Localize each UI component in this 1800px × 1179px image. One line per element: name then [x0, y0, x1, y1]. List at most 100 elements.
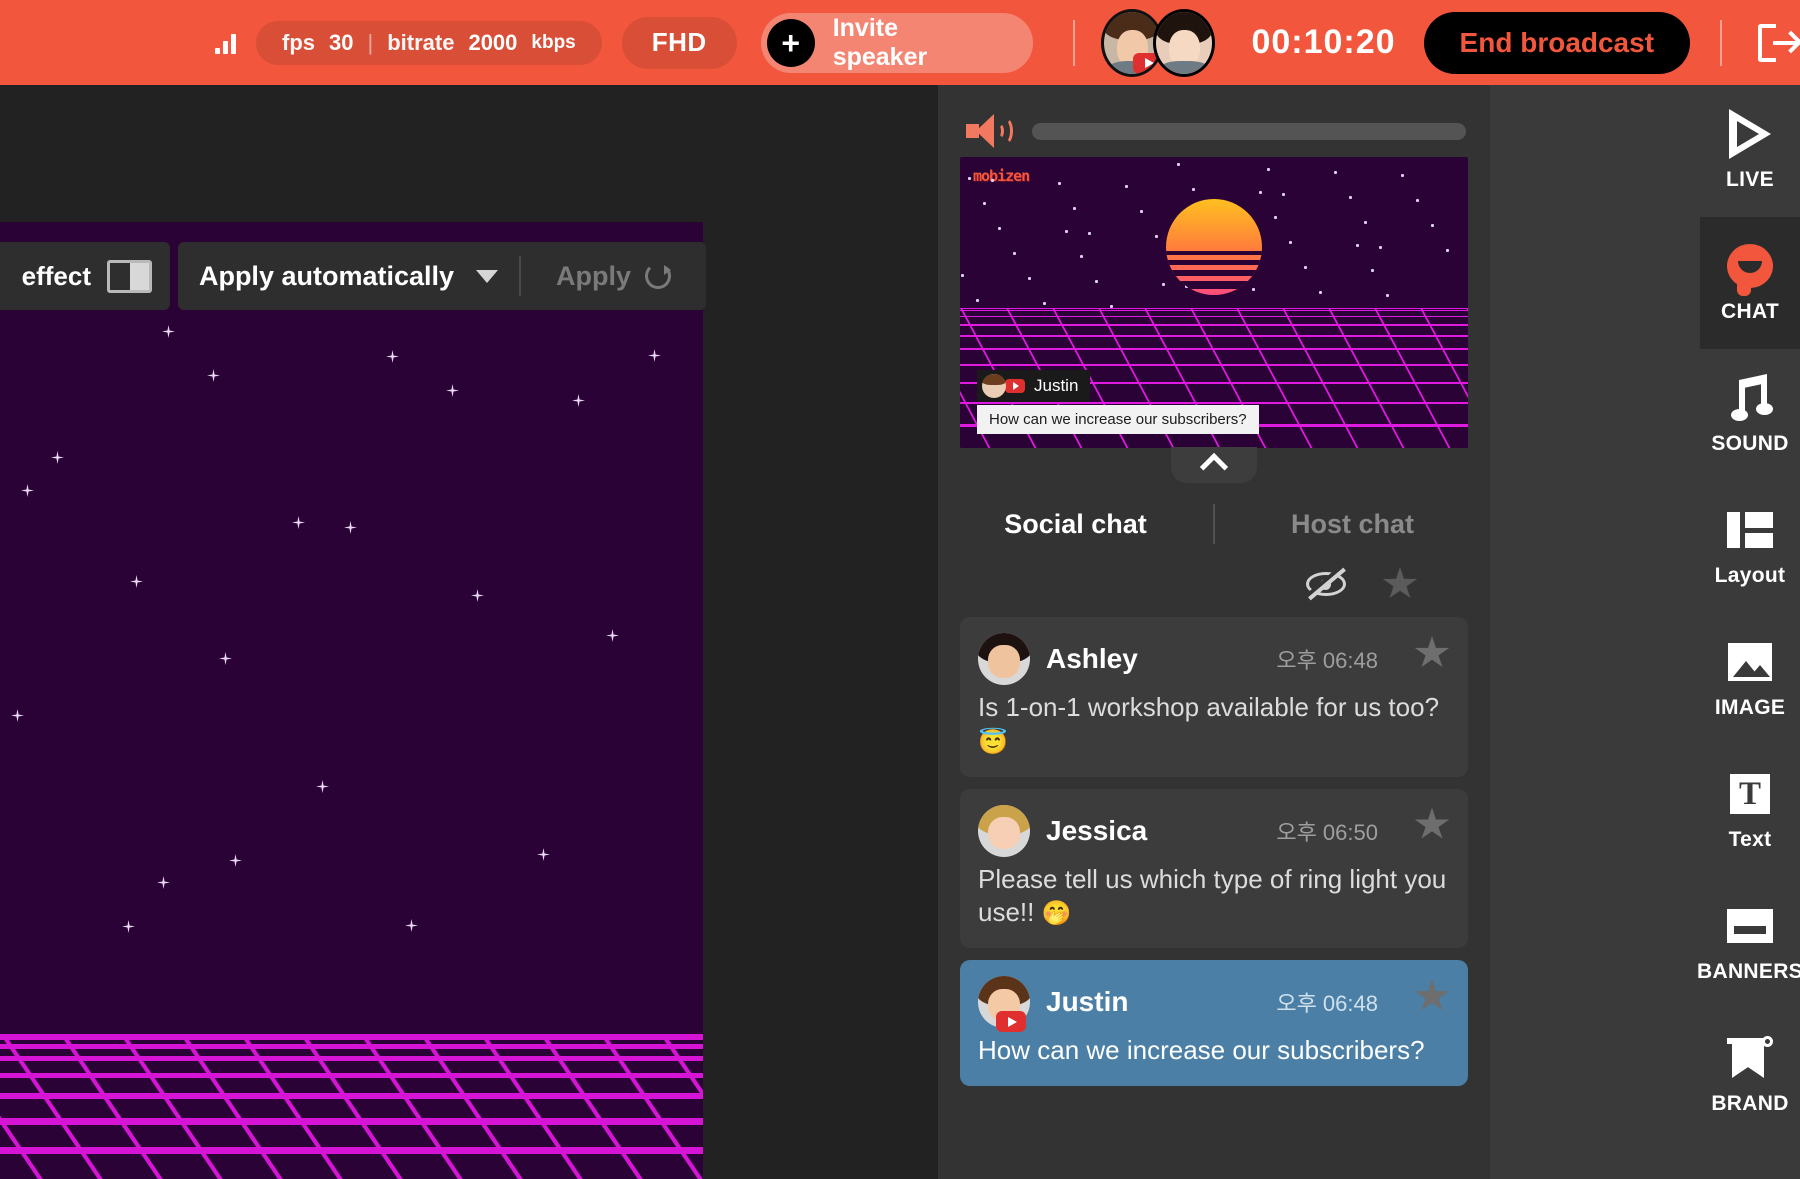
star-icon [162, 325, 175, 338]
star-icon [976, 299, 979, 302]
star-icon [1282, 193, 1285, 196]
chat-message-author: Ashley [1046, 643, 1138, 674]
star-icon [1431, 224, 1434, 227]
signal-strength-icon [215, 32, 236, 54]
chat-message-header: Jessica 오후 06:50 [978, 804, 1450, 857]
top-bar: fps 30 | bitrate 2000 kbps FHD + Invite … [0, 0, 1800, 85]
stage-area: effect Apply automatically Apply [0, 85, 938, 1179]
star-icon [1386, 294, 1389, 297]
sidebar-item-sound[interactable]: SOUND [1700, 349, 1800, 481]
favorite-star-icon[interactable] [1414, 636, 1450, 667]
star-icon [1416, 199, 1419, 202]
divider [1073, 19, 1076, 66]
star-icon [344, 521, 357, 534]
star-icon [1349, 196, 1352, 199]
collapse-preview-button[interactable] [1171, 447, 1257, 483]
star-icon [1088, 232, 1091, 235]
star-icon [386, 350, 399, 363]
sidebar-item-chat[interactable]: CHAT [1700, 217, 1800, 349]
end-broadcast-button[interactable]: End broadcast [1423, 11, 1691, 74]
effect-toggle-group[interactable]: effect [0, 242, 170, 310]
quality-label: FHD [651, 27, 707, 57]
avatar [978, 633, 1030, 685]
avatar [978, 976, 1030, 1033]
chat-message[interactable]: Ashley 오후 06:48 Is 1-on-1 workshop availab… [960, 617, 1468, 777]
star-icon [961, 274, 964, 277]
star-icon [51, 451, 64, 464]
sidebar-item-label: SOUND [1711, 432, 1789, 455]
volume-slider[interactable] [1032, 122, 1466, 140]
retro-grid [0, 1034, 703, 1179]
avatar [978, 804, 1030, 857]
chat-message-header: Ashley 오후 06:48 [978, 633, 1450, 685]
invite-speaker-label: Invite speaker [832, 13, 928, 71]
chat-message-text: How can we increase our subscribers? [978, 1035, 1425, 1066]
volume-control[interactable] [966, 107, 1466, 155]
tab-host-chat[interactable]: Host chat [1215, 509, 1490, 540]
chat-message-author: Jessica [1046, 814, 1148, 846]
hide-chat-icon[interactable] [1306, 562, 1346, 601]
exit-icon[interactable] [1756, 21, 1800, 65]
layout-icon [1727, 506, 1773, 554]
emoji: 🤭 [1041, 900, 1072, 928]
speaker-avatars[interactable] [1101, 8, 1216, 77]
star-icon [1334, 171, 1337, 174]
retro-sun-graphic [1166, 199, 1262, 295]
right-sidebar: LIVE CHAT SOUND Layout IMAGE T Text BANNERS BRAN… [1490, 85, 1800, 1179]
apply-mode-label: Apply automatically [198, 260, 455, 291]
effect-toggle-switch[interactable] [107, 259, 152, 293]
effect-label: effect [21, 260, 91, 291]
sidebar-item-label: CHAT [1721, 300, 1779, 323]
sidebar-item-image[interactable]: IMAGE [1700, 613, 1800, 745]
chat-message-header: Justin 오후 06:48 [978, 976, 1450, 1033]
star-icon [1371, 269, 1374, 272]
chat-overlay-message: How can we increase our subscribers? [977, 405, 1259, 434]
star-icon [606, 629, 619, 642]
chat-tabs: Social chat Host chat [938, 495, 1490, 553]
chat-message-list[interactable]: Ashley 오후 06:48 Is 1-on-1 workshop availab… [960, 617, 1468, 1098]
apply-mode-dropdown[interactable]: Apply automatically [178, 261, 519, 292]
star-icon [1073, 207, 1076, 210]
stream-preview[interactable]: mobizen Justin How can we increase our s… [960, 157, 1468, 448]
tab-social-chat[interactable]: Social chat [938, 509, 1213, 540]
star-icon [292, 516, 305, 529]
star-icon [219, 652, 232, 665]
star-icon [1379, 246, 1382, 249]
star-icon [1095, 280, 1098, 283]
apply-button-label: Apply [555, 260, 631, 291]
sidebar-item-text[interactable]: T Text [1700, 745, 1800, 877]
sidebar-item-banners[interactable]: BANNERS [1697, 877, 1800, 1009]
star-icon [1401, 174, 1404, 177]
quality-button[interactable]: FHD [621, 16, 737, 69]
sidebar-item-brand[interactable]: BRAND [1700, 1009, 1800, 1141]
chat-message-time: 오후 06:50 [1276, 819, 1378, 845]
favorite-star-icon[interactable] [1414, 807, 1450, 839]
star-icon [1065, 230, 1068, 233]
scene-canvas[interactable] [0, 222, 703, 1179]
emoji: 😇 [978, 728, 1008, 756]
plus-glyph: + [781, 24, 801, 61]
sidebar-items: LIVE CHAT SOUND Layout IMAGE T Text BANNERS BRAN… [1697, 85, 1800, 1179]
star-icon [537, 848, 550, 861]
banner-icon [1727, 902, 1773, 950]
end-broadcast-label: End broadcast [1459, 26, 1655, 58]
favorite-star-icon[interactable] [1414, 979, 1450, 1011]
sidebar-item-live[interactable]: LIVE [1700, 85, 1800, 217]
plus-icon: + [766, 18, 815, 67]
speaker-icon[interactable] [966, 114, 1013, 148]
chat-overlay-header: Justin [977, 370, 1091, 402]
chat-message[interactable]: Justin 오후 06:48 How can we increase our su… [960, 960, 1468, 1086]
chat-message[interactable]: Jessica 오후 06:50 Please tell us which type… [960, 788, 1468, 949]
avatar[interactable] [1153, 8, 1216, 77]
favorite-filter-icon[interactable] [1382, 567, 1418, 598]
youtube-icon [996, 1011, 1026, 1033]
sidebar-item-label: BRAND [1711, 1092, 1789, 1115]
invite-speaker-button[interactable]: + Invite speaker [760, 12, 1034, 73]
star-icon [1125, 185, 1128, 188]
star-icon [1043, 302, 1046, 305]
music-note-icon [1727, 374, 1773, 422]
star-icon [1140, 210, 1143, 213]
star-icon [1356, 244, 1359, 247]
sidebar-item-layout[interactable]: Layout [1700, 481, 1800, 613]
apply-button[interactable]: Apply [521, 261, 706, 292]
